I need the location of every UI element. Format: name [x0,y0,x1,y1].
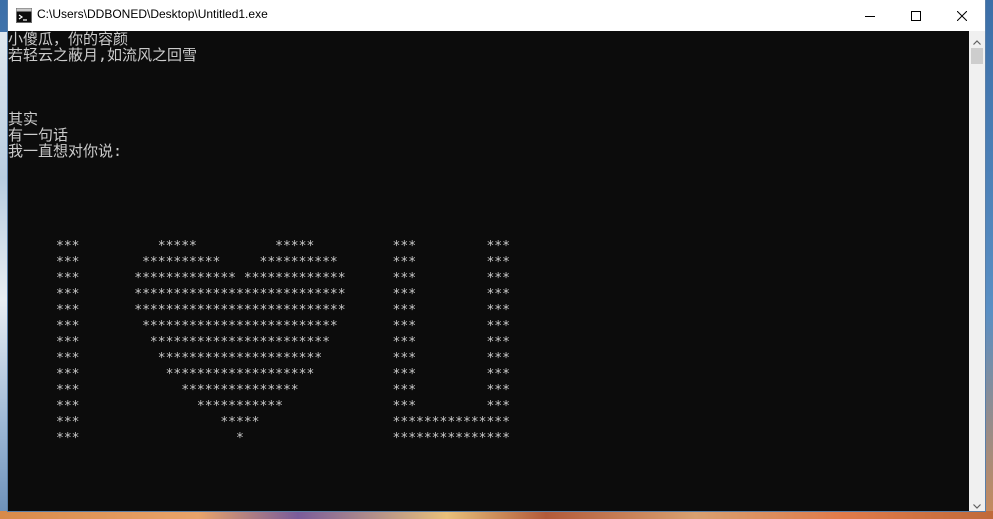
minimize-icon [865,6,875,25]
ascii-art-line: *** ************************* *** *** [56,319,510,334]
close-icon [956,6,968,25]
ascii-art-line: *** ************* ************* *** *** [56,271,510,286]
desktop-bottom-edge [0,511,993,519]
minimize-button[interactable] [847,0,893,31]
ascii-art-line: *** * *************** [56,431,510,446]
scroll-up-button[interactable] [969,31,985,47]
scroll-down-arrow-icon [973,494,981,513]
ascii-art-line: *** ********************* *** *** [56,351,510,366]
ascii-art-line: *** *********** *** *** [56,399,510,414]
console-line: 有一句话 [8,126,69,144]
maximize-button[interactable] [893,0,939,31]
ascii-art-line: *** ******************* *** *** [56,367,510,382]
ascii-art-line: *** *************** *** *** [56,383,510,398]
ascii-art-line: *** ***** ***** *** *** [56,239,510,254]
console-output[interactable]: 小傻瓜，你的容颜 若轻云之蔽月,如流风之回雪 其实 有一句话 我一直想对你说: … [8,31,969,511]
scroll-down-button[interactable] [969,495,985,511]
ascii-art-line: *** *************************** *** *** [56,287,510,302]
title-bar[interactable]: C:\Users\DDBONED\Desktop\Untitled1.exe [8,0,985,31]
close-button[interactable] [939,0,985,31]
scroll-thumb[interactable] [971,48,983,64]
ascii-art-line: *** ***** *************** [56,415,510,430]
vertical-scrollbar[interactable] [969,31,985,511]
ascii-art-line: *** *********************** *** *** [56,335,510,350]
scroll-up-arrow-icon [973,30,981,49]
maximize-icon [911,6,921,25]
console-line: 我一直想对你说: [8,142,123,160]
console-app-icon[interactable] [16,8,32,23]
console-line: 其实 [8,110,39,128]
desktop-left-edge [0,32,8,519]
console-line: 若轻云之蔽月,如流风之回雪 [8,46,198,64]
console-window[interactable]: C:\Users\DDBONED\Desktop\Untitled1.exe 小… [8,0,985,511]
window-title: C:\Users\DDBONED\Desktop\Untitled1.exe [37,7,268,21]
ascii-art-line: *** *************************** *** *** [56,303,510,318]
console-line: 小傻瓜，你的容颜 [8,31,129,48]
ascii-art-line: *** ********** ********** *** *** [56,255,510,270]
